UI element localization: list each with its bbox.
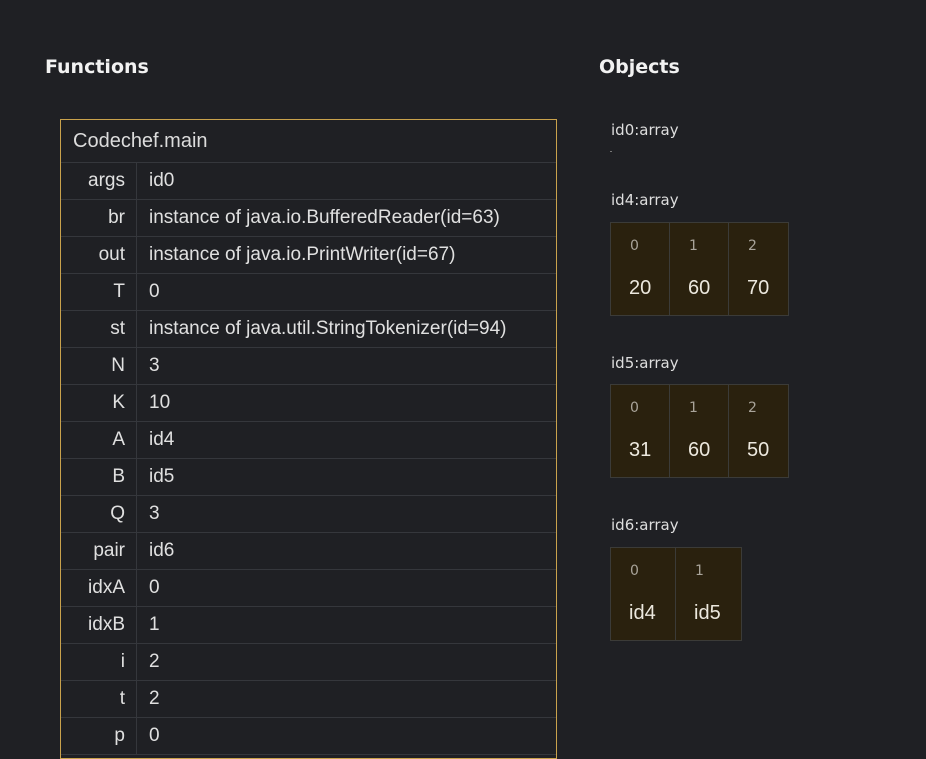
array-cell-value: 60 — [688, 277, 711, 299]
array-cell-index: 2 — [748, 400, 757, 416]
stack-frame: Codechef.main args id0 br instance of java… — [60, 119, 557, 759]
functions-heading: Functions — [45, 56, 149, 78]
variable-row: br instance of java.io.BufferedReader(id=… — [61, 200, 556, 237]
array-cell: 0 31 — [611, 385, 670, 477]
variable-row: out instance of java.io.PrintWriter(id=67… — [61, 237, 556, 274]
array-cell-index: 1 — [695, 563, 704, 579]
array-cell-value: 50 — [747, 439, 770, 461]
array-cell-index: 0 — [630, 238, 639, 254]
variable-name: out — [61, 237, 137, 273]
array-id5: 0 31 1 60 2 50 — [610, 384, 789, 478]
variable-value: instance of java.io.BufferedReader(id=63… — [149, 207, 500, 228]
object-label-id5: id5:array — [611, 354, 679, 372]
array-cell-index: 1 — [689, 400, 698, 416]
variable-row: idxA 0 — [61, 570, 556, 607]
array-cell: 1 60 — [670, 385, 729, 477]
array-cell-value: 70 — [747, 277, 770, 299]
array-cell: 0 20 — [611, 223, 670, 315]
array-cell: 1 60 — [670, 223, 729, 315]
variable-value: 0 — [149, 725, 160, 746]
variable-value: 3 — [149, 503, 160, 524]
objects-heading: Objects — [599, 56, 680, 78]
object-label-id0: id0:array — [611, 121, 679, 139]
variable-name: A — [61, 422, 137, 458]
variable-name: br — [61, 200, 137, 236]
variable-value: 0 — [149, 577, 160, 598]
variable-row: N3 — [61, 348, 556, 385]
variable-name: idxB — [61, 607, 137, 643]
object-label-id4: id4:array — [611, 191, 679, 209]
array-cell-index: 2 — [748, 238, 757, 254]
variable-name: idxA — [61, 570, 137, 606]
array-cell-index: 0 — [630, 563, 639, 579]
array-id6: 0 id4 1 id5 — [610, 547, 742, 641]
variable-value: id5 — [149, 466, 175, 487]
variable-value: 0 — [149, 281, 160, 302]
array-cell-value: 31 — [629, 439, 652, 461]
variable-value: instance of java.util.StringTokenizer(id… — [149, 318, 507, 339]
variable-name: N — [61, 348, 137, 384]
variable-row: t2 — [61, 681, 556, 718]
variable-value: id6 — [149, 540, 175, 561]
array-cell-value: id4 — [629, 602, 656, 624]
variable-row: Bid5 — [61, 459, 556, 496]
variable-row: args id0 — [61, 163, 556, 200]
variable-value: instance of java.io.PrintWriter(id=67) — [149, 244, 456, 265]
variable-row: Aid4 — [61, 422, 556, 459]
variable-name: K — [61, 385, 137, 421]
variable-name: args — [61, 163, 137, 199]
array-cell-value: 60 — [688, 439, 711, 461]
variable-name: T — [61, 274, 137, 310]
variable-value: 2 — [149, 688, 160, 709]
variable-row: st instance of java.util.StringTokenizer(… — [61, 311, 556, 348]
array-id4: 0 20 1 60 2 70 — [610, 222, 789, 316]
variable-row: i2 — [61, 644, 556, 681]
frame-title: Codechef.main — [61, 120, 556, 163]
variable-row: p0 — [61, 718, 556, 755]
variable-value: 3 — [149, 355, 160, 376]
variable-name: Q — [61, 496, 137, 532]
variable-row: Q3 — [61, 496, 556, 533]
variable-row: idxB 1 — [61, 607, 556, 644]
array-cell: 0 id4 — [611, 548, 676, 640]
variable-name: B — [61, 459, 137, 495]
array-cell: 2 50 — [729, 385, 788, 477]
variable-name: pair — [61, 533, 137, 569]
variable-value: id0 — [149, 170, 175, 191]
array-cell-value: id5 — [694, 602, 721, 624]
array-cell-index: 1 — [689, 238, 698, 254]
object-label-id6: id6:array — [611, 516, 679, 534]
variable-value: 1 — [149, 614, 160, 635]
variable-name: st — [61, 311, 137, 347]
variable-value: 10 — [149, 392, 171, 413]
variable-name: p — [61, 718, 137, 754]
variable-row: T0 — [61, 274, 556, 311]
array-cell-value: 20 — [629, 277, 652, 299]
empty-array-marker — [610, 151, 612, 152]
variable-row: K 10 — [61, 385, 556, 422]
variable-row: pair id6 — [61, 533, 556, 570]
array-cell: 1 id5 — [676, 548, 741, 640]
variable-value: id4 — [149, 429, 175, 450]
variable-value: 2 — [149, 651, 160, 672]
variable-name: i — [61, 644, 137, 680]
variable-name: t — [61, 681, 137, 717]
array-cell: 2 70 — [729, 223, 788, 315]
array-cell-index: 0 — [630, 400, 639, 416]
